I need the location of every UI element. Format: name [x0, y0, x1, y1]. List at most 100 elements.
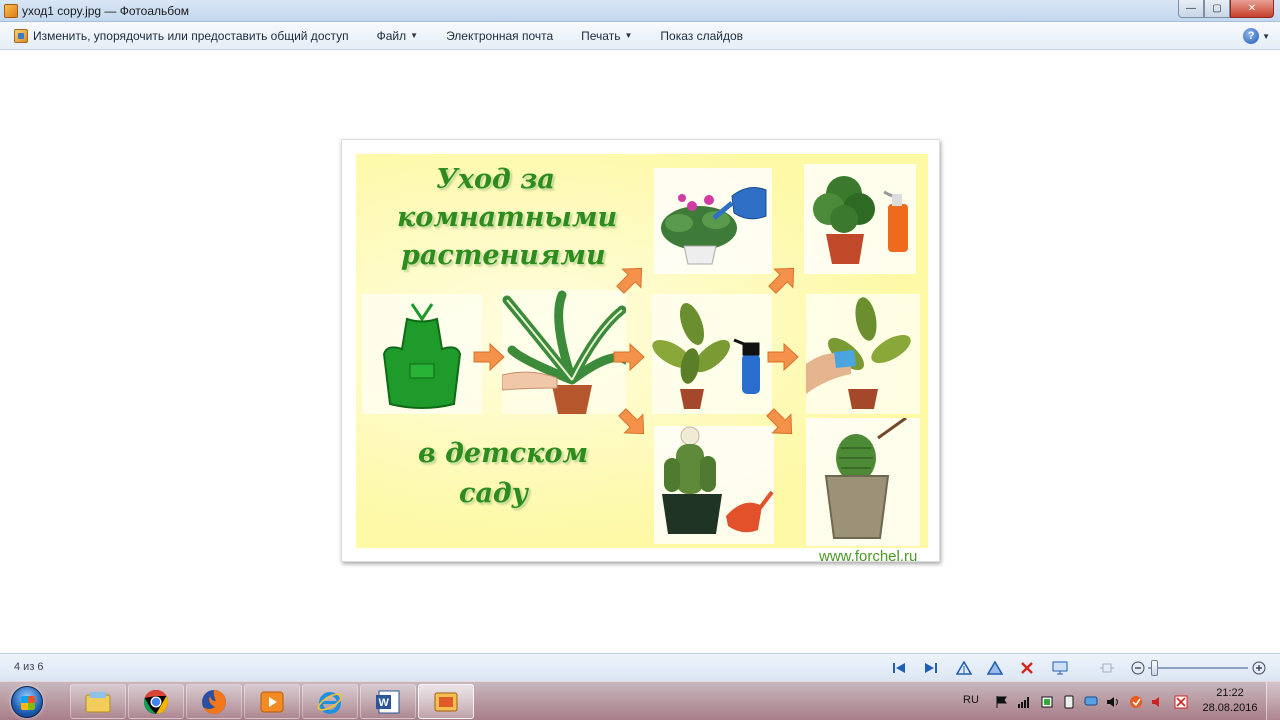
chat-icon[interactable]: [1084, 695, 1098, 709]
photo-viewer-icon: [434, 692, 458, 711]
language-indicator[interactable]: RU: [963, 694, 979, 706]
slideshow-label: Показ слайдов: [660, 28, 744, 43]
chevron-down-icon: ▼: [624, 31, 633, 40]
arrow-right-icon: [613, 342, 645, 372]
next-icon: [925, 663, 937, 673]
word-icon: W: [376, 690, 400, 713]
network-icon[interactable]: [1017, 695, 1031, 709]
arrow-down-right-icon: [618, 408, 645, 435]
cactus-pot-illustration: [806, 418, 920, 546]
print-menu[interactable]: Печать ▼: [567, 22, 646, 49]
slideshow-button[interactable]: [1051, 659, 1069, 677]
arrow-right-icon: [767, 342, 799, 372]
organize-menu[interactable]: Изменить, упорядочить или предоставить о…: [0, 22, 363, 49]
rotate-left-icon: [956, 661, 972, 675]
taskbar-chrome[interactable]: [128, 684, 184, 719]
print-label: Печать: [581, 28, 621, 43]
windows-logo-icon: [11, 685, 43, 718]
chrome-icon: [143, 689, 169, 714]
zoom-slider-track[interactable]: [1148, 667, 1248, 669]
slideshow-icon: [1052, 661, 1068, 675]
rotate-right-button[interactable]: [986, 659, 1004, 677]
taskbar-firefox[interactable]: [186, 684, 242, 719]
photo-frame: Уход за комнатными растениями в детском …: [341, 139, 940, 565]
arrow-up-right-icon: [616, 267, 643, 294]
show-desktop-button[interactable]: [1266, 682, 1280, 721]
flag-icon[interactable]: [994, 695, 1008, 709]
email-menu[interactable]: Электронная почта: [432, 22, 567, 49]
fit-icon: [1100, 663, 1114, 673]
next-button[interactable]: [922, 659, 940, 677]
taskbar-media-player[interactable]: [244, 684, 300, 719]
photo-title-line-1: Уход за: [436, 164, 555, 195]
taskbar-ie[interactable]: [302, 684, 358, 719]
cactus-watering-illustration: [654, 426, 774, 544]
apron-illustration: [362, 294, 482, 414]
bush-spray-illustration: [804, 164, 916, 274]
delete-button[interactable]: [1018, 659, 1036, 677]
taskbar: W RU 21:22 28.08.2016: [0, 681, 1280, 721]
close-button[interactable]: ✕: [1230, 0, 1274, 18]
title-bar: уход1 copy.jpg — Фотоальбом — ▢ ✕: [0, 0, 1280, 22]
firefox-icon: [202, 689, 226, 714]
taskbar-explorer[interactable]: [70, 684, 126, 719]
plant-with-hand-illustration: [502, 290, 626, 414]
photo-subtitle-line-1: в детском: [418, 438, 589, 469]
file-menu[interactable]: Файл ▼: [363, 22, 432, 49]
image-viewer[interactable]: Уход за комнатными растениями в детском …: [0, 51, 1280, 653]
start-button[interactable]: [3, 683, 51, 720]
window-title: уход1 copy.jpg — Фотоальбом: [22, 3, 190, 18]
delete-icon: [1021, 662, 1033, 674]
speaker-muted-icon[interactable]: [1151, 695, 1165, 709]
chevron-down-icon: ▼: [410, 31, 419, 40]
arrow-down-right-icon: [766, 408, 793, 435]
photo-watermark: www.forchel.ru: [819, 548, 918, 565]
clock-date: 28.08.2016: [1202, 702, 1258, 714]
violet-watering-illustration: [654, 168, 772, 274]
status-bar: 4 из 6: [0, 653, 1280, 681]
image-counter: 4 из 6: [14, 661, 44, 673]
maximize-button[interactable]: ▢: [1204, 0, 1230, 18]
file-label: Файл: [376, 28, 407, 43]
explorer-icon: [85, 691, 111, 712]
organize-label: Изменить, упорядочить или предоставить о…: [33, 28, 349, 43]
previous-button[interactable]: [890, 659, 908, 677]
help-icon: ?: [1243, 28, 1260, 44]
clock-time: 21:22: [1216, 687, 1244, 699]
zoom-slider-thumb[interactable]: [1151, 660, 1158, 676]
svg-text:W: W: [379, 697, 390, 709]
photo-title-line-2: комнатными: [397, 202, 618, 233]
antivirus-icon[interactable]: [1129, 695, 1143, 709]
slideshow-menu[interactable]: Показ слайдов: [646, 22, 757, 49]
zoom-out-icon: [1131, 661, 1145, 675]
email-label: Электронная почта: [446, 28, 554, 43]
zoom-in-button[interactable]: [1250, 659, 1268, 677]
zoom-in-icon: [1252, 661, 1266, 675]
taskbar-word[interactable]: W: [360, 684, 416, 719]
ie-icon: [317, 691, 343, 714]
rotate-left-button[interactable]: [955, 659, 973, 677]
fit-button[interactable]: [1098, 659, 1116, 677]
volume-icon[interactable]: [1106, 695, 1120, 709]
system-clock[interactable]: 21:22 28.08.2016: [1200, 686, 1260, 716]
rotate-right-icon: [987, 661, 1003, 675]
battery-icon[interactable]: [1040, 695, 1054, 709]
zoom-out-button[interactable]: [1129, 659, 1147, 677]
photo-viewer-app-icon: [4, 3, 18, 18]
minimize-button[interactable]: —: [1178, 0, 1204, 18]
rubber-plant-wiping-illustration: [806, 294, 920, 414]
displayed-photo: Уход за комнатными растениями в детском …: [356, 154, 928, 548]
arrow-up-right-icon: [768, 267, 795, 294]
previous-icon: [893, 663, 905, 673]
organize-icon: [14, 28, 28, 43]
chevron-down-icon: ▼: [1262, 31, 1270, 41]
usb-icon[interactable]: [1062, 695, 1076, 709]
help-menu[interactable]: ? ▼: [1243, 22, 1270, 50]
photo-title-line-3: растениями: [401, 240, 606, 271]
taskbar-photo-viewer[interactable]: [418, 684, 474, 719]
media-player-icon: [260, 691, 284, 712]
command-bar: Изменить, упорядочить или предоставить о…: [0, 22, 1280, 50]
arrow-right-icon: [473, 342, 505, 372]
rubber-plant-spray-illustration: [652, 294, 772, 414]
update-icon[interactable]: [1174, 695, 1188, 709]
